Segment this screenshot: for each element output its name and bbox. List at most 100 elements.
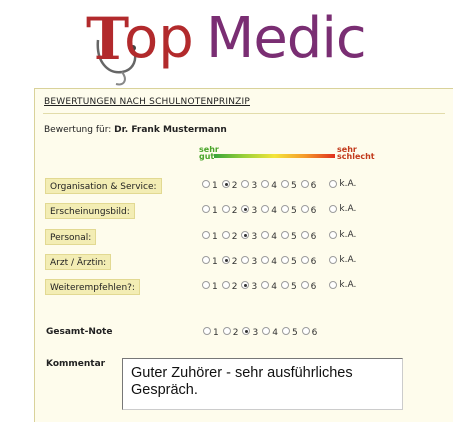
radio-button[interactable] [221, 205, 230, 213]
grade-number: 3 [251, 181, 258, 191]
radio-button[interactable] [221, 256, 230, 264]
overall-grade-option[interactable]: 4 [262, 326, 282, 338]
radio-button[interactable] [300, 205, 309, 213]
radio-button[interactable] [241, 256, 250, 264]
criterion-label: Arzt / Ärztin: [45, 254, 112, 270]
overall-grade-label: Gesamt-Note [46, 327, 113, 337]
radio-button[interactable] [300, 281, 309, 289]
radio-button[interactable] [261, 231, 270, 239]
grade-option[interactable]: 3 [241, 230, 261, 242]
radio-button[interactable] [261, 205, 270, 213]
radio-button[interactable] [241, 281, 250, 289]
grade-option[interactable]: 4 [261, 255, 281, 267]
radio-button[interactable] [329, 231, 338, 239]
radio-button[interactable] [280, 205, 289, 213]
radio-button[interactable] [329, 205, 338, 213]
radio-button[interactable] [203, 327, 211, 335]
grade-option[interactable]: 5 [280, 280, 301, 292]
radio-button[interactable] [202, 205, 210, 213]
grade-option[interactable]: 6 [300, 280, 321, 292]
radio-button[interactable] [242, 327, 251, 335]
radio-button[interactable] [329, 281, 338, 289]
grade-option[interactable]: 2 [221, 179, 242, 191]
radio-button[interactable] [222, 327, 231, 335]
radio-button[interactable] [241, 205, 250, 213]
grade-option[interactable]: 3 [241, 179, 261, 191]
overall-grade-option[interactable]: 6 [301, 326, 322, 338]
radio-button[interactable] [221, 231, 230, 239]
radio-button[interactable] [241, 231, 250, 239]
criterion-label: Personal: [45, 229, 97, 245]
grade-option[interactable]: 6 [300, 230, 321, 242]
grade-option[interactable]: 1 [202, 280, 222, 292]
radio-button[interactable] [221, 180, 230, 188]
radio-button[interactable] [241, 180, 250, 188]
grade-option[interactable]: 5 [280, 179, 301, 191]
criterion-radio-group: 1 2 3 4 5 6 k.A. [202, 230, 360, 244]
overall-grade-option[interactable]: 1 [203, 326, 223, 338]
grade-number: 6 [311, 328, 318, 338]
radio-button[interactable] [280, 180, 289, 188]
grade-number: 3 [251, 206, 258, 216]
no-answer-option[interactable]: k.A. [329, 280, 360, 291]
rating-panel: BEWERTUNGEN NACH SCHULNOTENPRINZIP Bewer… [34, 88, 453, 422]
grade-option[interactable]: 5 [280, 230, 301, 242]
no-answer-option[interactable]: k.A. [329, 255, 360, 266]
grade-number: 4 [271, 232, 277, 242]
radio-button[interactable] [202, 231, 210, 239]
radio-button[interactable] [261, 180, 270, 188]
logo-letter-t: T [86, 5, 130, 73]
grade-option[interactable]: 2 [221, 255, 242, 267]
grade-number: 1 [212, 232, 218, 242]
comment-textarea[interactable]: Guter Zuhörer - sehr ausführliches Gespr… [122, 358, 403, 410]
grade-option[interactable]: 4 [261, 179, 281, 191]
radio-button[interactable] [329, 180, 338, 188]
radio-button[interactable] [202, 281, 210, 289]
grade-option[interactable]: 1 [202, 230, 222, 242]
radio-button[interactable] [301, 327, 310, 335]
radio-button[interactable] [300, 231, 309, 239]
grade-number: 6 [310, 282, 317, 292]
grade-option[interactable]: 2 [221, 230, 242, 242]
radio-button[interactable] [262, 327, 271, 335]
grade-option[interactable]: 6 [300, 179, 321, 191]
grade-option[interactable]: 3 [241, 204, 261, 216]
radio-button[interactable] [300, 256, 309, 264]
radio-button[interactable] [281, 327, 290, 335]
grade-option[interactable]: 1 [202, 179, 222, 191]
overall-grade-option[interactable]: 5 [281, 326, 302, 338]
no-answer-option[interactable]: k.A. [329, 204, 360, 215]
grade-option[interactable]: 4 [261, 280, 281, 292]
no-answer-option[interactable]: k.A. [329, 230, 360, 241]
grade-option[interactable]: 4 [261, 230, 281, 242]
grade-number: 5 [290, 181, 297, 191]
overall-grade-option[interactable]: 2 [222, 326, 243, 338]
grade-option[interactable]: 6 [300, 204, 321, 216]
grade-option[interactable]: 2 [221, 204, 242, 216]
grade-number: 4 [271, 257, 277, 267]
radio-button[interactable] [280, 231, 289, 239]
grade-option[interactable]: 6 [300, 255, 321, 267]
grade-option[interactable]: 3 [241, 255, 261, 267]
radio-button[interactable] [329, 256, 338, 264]
grade-number: 2 [231, 206, 238, 216]
grade-option[interactable]: 5 [280, 204, 301, 216]
radio-button[interactable] [300, 180, 309, 188]
grade-option[interactable]: 4 [261, 204, 281, 216]
rating-for-line: Bewertung für: Dr. Frank Mustermann [44, 125, 227, 135]
radio-button[interactable] [280, 281, 289, 289]
radio-button[interactable] [261, 281, 270, 289]
radio-button[interactable] [202, 180, 210, 188]
grade-number: 4 [272, 328, 278, 338]
grade-option[interactable]: 3 [241, 280, 261, 292]
grade-option[interactable]: 1 [202, 204, 222, 216]
grade-option[interactable]: 5 [280, 255, 301, 267]
no-answer-option[interactable]: k.A. [329, 179, 360, 190]
radio-button[interactable] [280, 256, 289, 264]
radio-button[interactable] [202, 256, 210, 264]
radio-button[interactable] [261, 256, 270, 264]
radio-button[interactable] [221, 281, 230, 289]
grade-option[interactable]: 2 [221, 280, 242, 292]
grade-option[interactable]: 1 [202, 255, 222, 267]
overall-grade-option[interactable]: 3 [242, 326, 262, 338]
